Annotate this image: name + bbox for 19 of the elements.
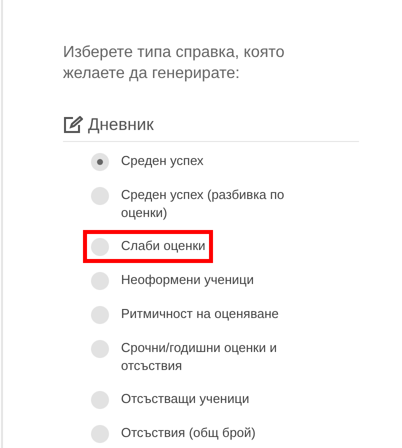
radio-button[interactable] (91, 340, 109, 358)
section-title: Дневник (88, 114, 154, 136)
radio-button[interactable] (91, 152, 109, 170)
option-label[interactable]: Отсъствия (общ брой) (121, 424, 256, 442)
option-label[interactable]: Отсъстващи ученици (121, 390, 250, 408)
option-label[interactable]: Неоформени ученици (121, 270, 254, 288)
option-label[interactable]: Срочни/годишни оценки и отсъствия (121, 338, 311, 374)
prompt-text: Изберете типа справка, която желаете да генерирате: (63, 43, 286, 84)
option-label[interactable]: Среден успех (разбивка по оценки) (121, 186, 311, 222)
option-label[interactable]: Ритмичност на оценяване (121, 304, 279, 322)
radio-button[interactable] (91, 390, 109, 408)
radio-button[interactable] (91, 272, 109, 290)
option-label[interactable]: Слаби оценки (121, 236, 206, 254)
radio-button[interactable] (91, 306, 109, 324)
option-label[interactable]: Среден успех (121, 152, 204, 170)
radio-button[interactable] (91, 238, 109, 256)
radio-button[interactable] (91, 424, 109, 442)
edit-icon (63, 116, 83, 134)
radio-button[interactable] (91, 186, 109, 204)
